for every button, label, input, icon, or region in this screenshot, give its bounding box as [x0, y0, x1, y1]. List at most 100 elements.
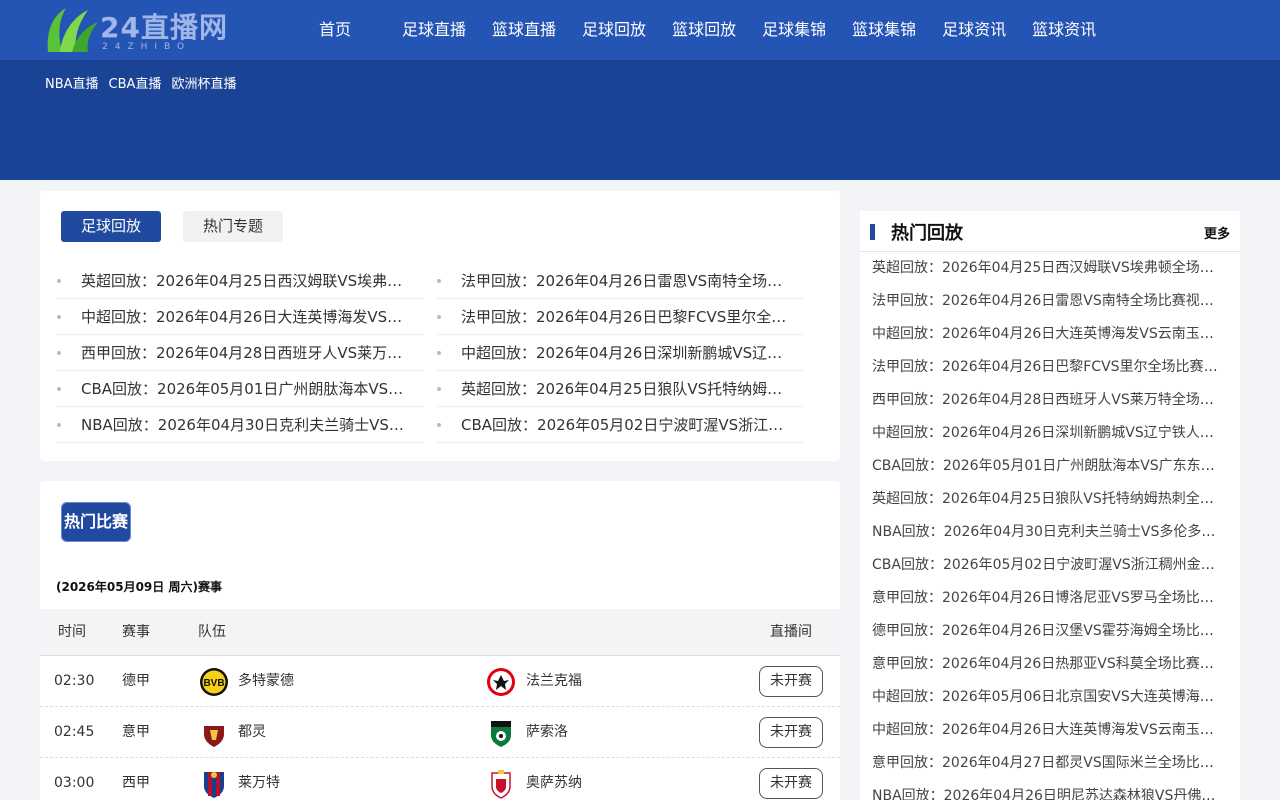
subnav-cba[interactable]: CBA直播 [109, 73, 162, 92]
list-item: 中超回放：2026年04月26日大连英博海发VS云南玉昆全场比赛视频回放 [56, 299, 424, 335]
match-league: 意甲 [122, 724, 150, 740]
list-item: 中超回放：2026年05月06日北京国安VS大连英博海发全场比赛视频回放 [872, 681, 1222, 714]
list-item: 法甲回放：2026年04月26日巴黎FCVS里尔全场比赛视频回放 [436, 299, 804, 335]
sidebar-replay-link[interactable]: 英超回放：2026年04月25日狼队VS托特纳姆热刺全场比赛视频回放 [872, 491, 1222, 507]
replay-link[interactable]: CBA回放：2026年05月02日宁波町渥VS浙江稠州金租全场比赛视频回放 [461, 414, 795, 435]
nav-basketball-highlights[interactable]: 篮球集锦 [839, 0, 929, 60]
match-time: 02:45 [54, 724, 95, 740]
title-accent-bar [870, 224, 875, 240]
list-item: 意甲回放：2026年04月27日都灵VS国际米兰全场比赛视频回放 [872, 747, 1222, 780]
hot-matches-badge: 热门比赛 [61, 502, 131, 542]
hot-replay-sidebar: 热门回放 更多 英超回放：2026年04月25日西汉姆联VS埃弗顿全场比赛视频回… [860, 211, 1240, 800]
svg-text:BVB: BVB [203, 678, 224, 689]
match-table-header: 时间 赛事 队伍 直播间 [40, 609, 840, 656]
tab-hot-topics[interactable]: 热门专题 [183, 211, 283, 242]
home-team: 都灵 [238, 724, 266, 740]
bullet-icon [57, 278, 61, 283]
list-item: 中超回放：2026年04月26日深圳新鹏城VS辽宁铁人全场比赛视频回放 [436, 335, 804, 371]
match-status-button[interactable]: 未开赛 [759, 768, 823, 799]
replay-card: 足球回放 热门专题 英超回放：2026年04月25日西汉姆联VS埃弗顿全场比赛视… [40, 191, 840, 461]
list-item: 意甲回放：2026年04月26日博洛尼亚VS罗马全场比赛视频回放 [872, 582, 1222, 615]
list-item: 意甲回放：2026年04月26日热那亚VS科莫全场比赛视频回放 [872, 648, 1222, 681]
bullet-icon [437, 314, 441, 319]
nav-basketball-replay[interactable]: 篮球回放 [659, 0, 749, 60]
sidebar-replay-link[interactable]: NBA回放：2026年04月26日明尼苏达森林狼VS丹佛掘金全场比赛视频回放 [872, 788, 1222, 800]
frankfurt-crest-icon [487, 668, 515, 696]
match-status-button[interactable]: 未开赛 [759, 717, 823, 748]
nav-football-live[interactable]: 足球直播 [389, 0, 479, 60]
replay-link[interactable]: 英超回放：2026年04月25日狼队VS托特纳姆热刺全场比赛视频回放 [461, 378, 795, 399]
dortmund-crest-icon: BVB [200, 668, 228, 696]
sidebar-replay-link[interactable]: 中超回放：2026年04月26日大连英博海发VS云南玉昆全场比赛视频回放 [872, 326, 1222, 342]
bullet-icon [437, 350, 441, 355]
osasuna-crest-icon [491, 770, 511, 799]
sidebar-replay-link[interactable]: 法甲回放：2026年04月26日雷恩VS南特全场比赛视频回放 [872, 293, 1222, 309]
hero-banner: NBA直播 CBA直播 欧洲杯直播 [0, 60, 1280, 180]
tab-football-replay[interactable]: 足球回放 [61, 211, 161, 242]
list-item: 西甲回放：2026年04月28日西班牙人VS莱万特全场比赛视频回放 [872, 384, 1222, 417]
match-league: 西甲 [122, 775, 150, 791]
list-item: 法甲回放：2026年04月26日雷恩VS南特全场比赛视频回放 [872, 285, 1222, 318]
sidebar-replay-link[interactable]: 英超回放：2026年04月25日西汉姆联VS埃弗顿全场比赛视频回放 [872, 260, 1222, 276]
nav-basketball-live[interactable]: 篮球直播 [479, 0, 569, 60]
main-nav: 首页 足球直播 篮球直播 足球回放 篮球回放 足球集锦 篮球集锦 足球资讯 篮球… [300, 0, 1109, 60]
replay-link[interactable]: 中超回放：2026年04月26日大连英博海发VS云南玉昆全场比赛视频回放 [81, 306, 415, 327]
sidebar-replay-link[interactable]: CBA回放：2026年05月01日广州朗肽海本VS广东东阳光全场比赛视频回放 [872, 458, 1222, 474]
nav-football-replay[interactable]: 足球回放 [569, 0, 659, 60]
match-time: 03:00 [54, 775, 95, 791]
list-item: 英超回放：2026年04月25日狼队VS托特纳姆热刺全场比赛视频回放 [872, 483, 1222, 516]
bullet-icon [57, 350, 61, 355]
replay-tabs: 足球回放 热门专题 [61, 211, 283, 242]
replay-link[interactable]: 法甲回放：2026年04月26日雷恩VS南特全场比赛视频回放 [461, 270, 795, 291]
away-team: 奥萨苏纳 [526, 775, 582, 791]
list-item: 英超回放：2026年04月25日西汉姆联VS埃弗顿全场比赛视频回放 [872, 252, 1222, 285]
nav-basketball-news[interactable]: 篮球资讯 [1019, 0, 1109, 60]
table-row: 02:45 意甲 都灵 萨索洛 未开赛 [40, 707, 840, 758]
match-status-button[interactable]: 未开赛 [759, 666, 823, 697]
sidebar-replay-link[interactable]: 中超回放：2026年05月06日北京国安VS大连英博海发全场比赛视频回放 [872, 689, 1222, 705]
sidebar-replay-link[interactable]: 西甲回放：2026年04月28日西班牙人VS莱万特全场比赛视频回放 [872, 392, 1222, 408]
sidebar-replay-link[interactable]: 中超回放：2026年04月26日大连英博海发VS云南玉昆全场比赛视频回放 [872, 722, 1222, 738]
list-item: 西甲回放：2026年04月28日西班牙人VS莱万特全场比赛视频回放 [56, 335, 424, 371]
replay-link[interactable]: CBA回放：2026年05月01日广州朗肽海本VS广东东阳光全场比赛视频回放 [81, 378, 415, 399]
list-item: CBA回放：2026年05月01日广州朗肽海本VS广东东阳光全场比赛视频回放 [56, 371, 424, 407]
sidebar-replay-link[interactable]: 意甲回放：2026年04月26日热那亚VS科莫全场比赛视频回放 [872, 656, 1222, 672]
site-logo[interactable]: 24直播网 24ZHIBO [42, 4, 227, 56]
sidebar-replay-link[interactable]: NBA回放：2026年04月30日克利夫兰骑士VS多伦多猛龙全场比赛视频回放 [872, 524, 1222, 540]
replay-list: 英超回放：2026年04月25日西汉姆联VS埃弗顿全场比赛视频回放 法甲回放：2… [56, 263, 816, 443]
match-date: (2026年05月09日 周六)赛事 [56, 580, 222, 594]
logo-subtext: 24ZHIBO [102, 42, 192, 52]
list-item: 英超回放：2026年04月25日西汉姆联VS埃弗顿全场比赛视频回放 [56, 263, 424, 299]
nav-football-news[interactable]: 足球资讯 [929, 0, 1019, 60]
list-item: NBA回放：2026年04月30日克利夫兰骑士VS多伦多猛龙全场比赛视频回放 [56, 407, 424, 443]
sidebar-replay-link[interactable]: 法甲回放：2026年04月26日巴黎FCVS里尔全场比赛视频回放 [872, 359, 1222, 375]
replay-link[interactable]: 西甲回放：2026年04月28日西班牙人VS莱万特全场比赛视频回放 [81, 342, 415, 363]
list-item: NBA回放：2026年04月30日克利夫兰骑士VS多伦多猛龙全场比赛视频回放 [872, 516, 1222, 549]
sidebar-replay-link[interactable]: 德甲回放：2026年04月26日汉堡VS霍芬海姆全场比赛视频回放 [872, 623, 1222, 639]
header-teams: 队伍 [198, 624, 226, 640]
sidebar-replay-link[interactable]: 中超回放：2026年04月26日深圳新鹏城VS辽宁铁人全场比赛视频回放 [872, 425, 1222, 441]
header-league: 赛事 [122, 624, 150, 640]
nav-football-highlights[interactable]: 足球集锦 [749, 0, 839, 60]
sidebar-replay-link[interactable]: CBA回放：2026年05月02日宁波町渥VS浙江稠州金租全场比赛视频回放 [872, 557, 1222, 573]
list-item: 中超回放：2026年04月26日大连英博海发VS云南玉昆全场比赛视频回放 [872, 714, 1222, 747]
sidebar-replay-link[interactable]: 意甲回放：2026年04月27日都灵VS国际米兰全场比赛视频回放 [872, 755, 1222, 771]
subnav-euro[interactable]: 欧洲杯直播 [171, 73, 236, 92]
list-item: NBA回放：2026年04月26日明尼苏达森林狼VS丹佛掘金全场比赛视频回放 [872, 780, 1222, 800]
nav-home[interactable]: 首页 [300, 0, 389, 60]
replay-link[interactable]: 中超回放：2026年04月26日深圳新鹏城VS辽宁铁人全场比赛视频回放 [461, 342, 795, 363]
sidebar-replay-link[interactable]: 意甲回放：2026年04月26日博洛尼亚VS罗马全场比赛视频回放 [872, 590, 1222, 606]
replay-link[interactable]: NBA回放：2026年04月30日克利夫兰骑士VS多伦多猛龙全场比赛视频回放 [81, 414, 415, 435]
more-link[interactable]: 更多 [1204, 223, 1230, 242]
bullet-icon [437, 386, 441, 391]
replay-link[interactable]: 英超回放：2026年04月25日西汉姆联VS埃弗顿全场比赛视频回放 [81, 270, 415, 291]
list-item: 德甲回放：2026年04月26日汉堡VS霍芬海姆全场比赛视频回放 [872, 615, 1222, 648]
match-time: 02:30 [54, 673, 95, 689]
list-item: 中超回放：2026年04月26日深圳新鹏城VS辽宁铁人全场比赛视频回放 [872, 417, 1222, 450]
bullet-icon [437, 278, 441, 283]
list-item: 法甲回放：2026年04月26日雷恩VS南特全场比赛视频回放 [436, 263, 804, 299]
replay-link[interactable]: 法甲回放：2026年04月26日巴黎FCVS里尔全场比赛视频回放 [461, 306, 795, 327]
list-item: 英超回放：2026年04月25日狼队VS托特纳姆热刺全场比赛视频回放 [436, 371, 804, 407]
subnav-nba[interactable]: NBA直播 [45, 73, 99, 92]
bullet-icon [57, 314, 61, 319]
